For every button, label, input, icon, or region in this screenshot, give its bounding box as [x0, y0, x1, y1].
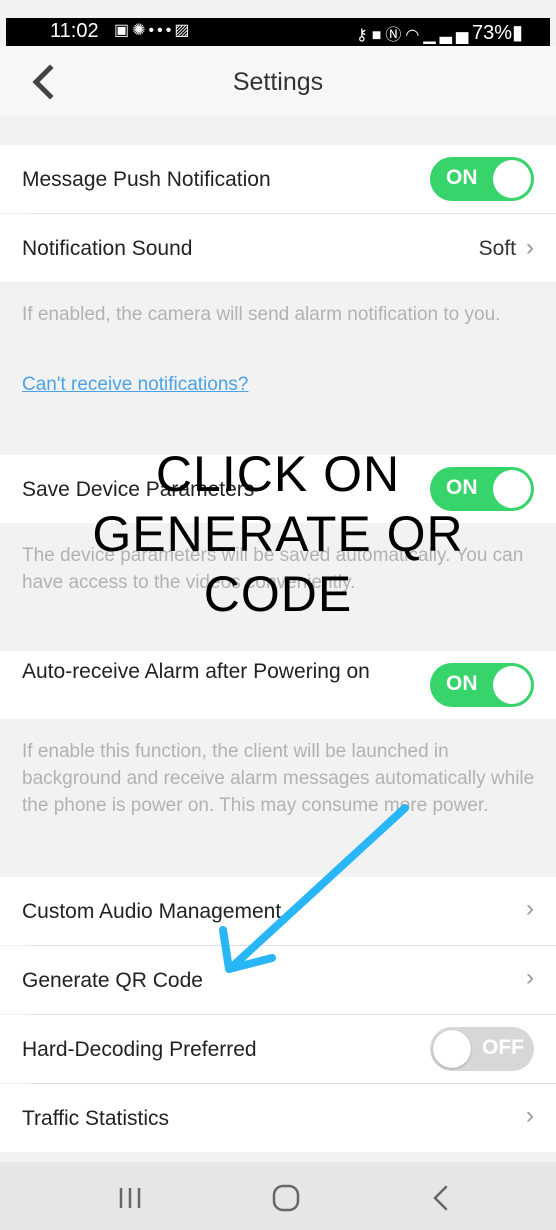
- home-icon[interactable]: [266, 1178, 306, 1218]
- back-icon[interactable]: [422, 1178, 462, 1218]
- annotation-arrow-icon: [219, 804, 409, 973]
- system-nav-bar: [0, 1162, 556, 1230]
- recent-apps-icon[interactable]: [110, 1178, 150, 1218]
